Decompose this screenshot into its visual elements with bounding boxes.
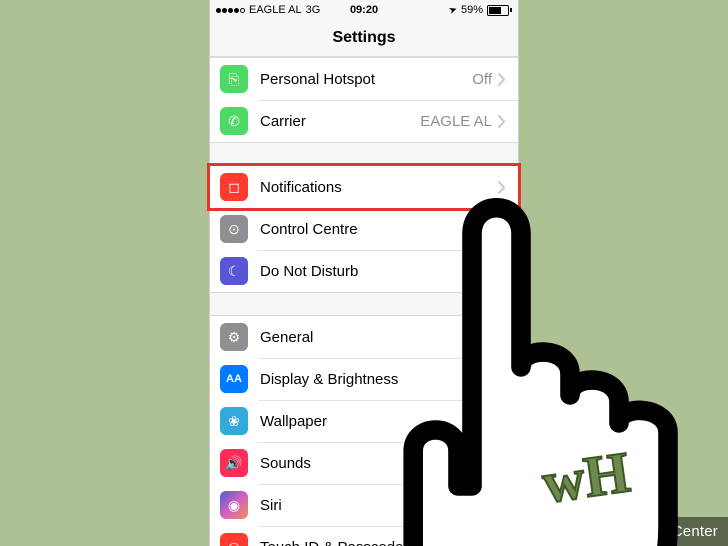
row-display-brightness[interactable]: AA Display & Brightness	[210, 358, 518, 400]
chevron-right-icon	[498, 115, 506, 128]
row-siri[interactable]: ◉ Siri	[210, 484, 518, 526]
settings-group: ⎘ Personal HotspotOff ✆ CarrierEAGLE AL	[210, 57, 518, 143]
chevron-right-icon	[498, 457, 506, 470]
row-label: Touch ID & Passcode	[260, 539, 498, 546]
notifications-icon: ◻	[220, 173, 248, 201]
row-wallpaper[interactable]: ❀ Wallpaper	[210, 400, 518, 442]
link-icon: ⎘	[220, 65, 248, 93]
signal-dots-icon	[216, 8, 245, 13]
fingerprint-icon: ◎	[220, 533, 248, 546]
row-label: Do Not Disturb	[260, 263, 498, 280]
row-label: Control Centre	[260, 221, 498, 238]
sounds-icon: 🔊	[220, 449, 248, 477]
battery-icon	[487, 5, 512, 16]
settings-group: ⚙ General AA Display & Brightness ❀ Wallpaper…	[210, 315, 518, 546]
row-general[interactable]: ⚙ General	[210, 316, 518, 358]
row-notifications[interactable]: ◻ Notifications	[210, 166, 518, 208]
row-do-not-disturb[interactable]: ☾ Do Not Disturb	[210, 250, 518, 292]
control-centre-icon: ⊙	[220, 215, 248, 243]
settings-group: ◻ Notifications ⊙ Control Centre ☾ Do Not Dis…	[210, 165, 518, 293]
moon-icon: ☾	[220, 257, 248, 285]
row-sounds[interactable]: 🔊 Sounds	[210, 442, 518, 484]
display-icon: AA	[220, 365, 248, 393]
row-carrier[interactable]: ✆ CarrierEAGLE AL	[210, 100, 518, 142]
row-value: EAGLE AL	[420, 113, 492, 130]
caption-how: How	[516, 523, 548, 540]
settings-list: ⎘ Personal HotspotOff ✆ CarrierEAGLE AL ◻ Not…	[210, 57, 518, 546]
network-type: 3G	[306, 4, 321, 16]
row-label: Carrier	[260, 113, 420, 130]
phone-icon: ✆	[220, 107, 248, 135]
chevron-right-icon	[498, 265, 506, 278]
tutorial-image: EAGLE AL 3G 09:20 ➤ 59% Settings ⎘ Person…	[0, 0, 728, 546]
status-bar: EAGLE AL 3G 09:20 ➤ 59%	[210, 0, 518, 20]
page-title: Settings	[210, 20, 518, 57]
row-label: Display & Brightness	[260, 371, 498, 388]
chevron-right-icon	[498, 223, 506, 236]
caption-text: to Disable Game Center	[548, 523, 718, 540]
row-label: General	[260, 329, 498, 346]
wikihow-logo-text: wH	[538, 439, 633, 515]
row-value: Off	[472, 71, 492, 88]
chevron-right-icon	[498, 415, 506, 428]
wallpaper-icon: ❀	[220, 407, 248, 435]
gear-icon: ⚙	[220, 323, 248, 351]
row-touch-id-passcode[interactable]: ◎ Touch ID & Passcode	[210, 526, 518, 546]
chevron-right-icon	[498, 331, 506, 344]
battery-percent: 59%	[461, 4, 483, 16]
iphone-screen: EAGLE AL 3G 09:20 ➤ 59% Settings ⎘ Person…	[210, 0, 518, 546]
chevron-right-icon	[498, 181, 506, 194]
caption-bar: wikiHow to Disable Game Center	[480, 517, 728, 546]
row-personal-hotspot[interactable]: ⎘ Personal HotspotOff	[210, 58, 518, 100]
row-label: Siri	[260, 497, 498, 514]
row-label: Notifications	[260, 179, 498, 196]
row-label: Personal Hotspot	[260, 71, 472, 88]
siri-icon: ◉	[220, 491, 248, 519]
row-control-centre[interactable]: ⊙ Control Centre	[210, 208, 518, 250]
chevron-right-icon	[498, 499, 506, 512]
row-label: Sounds	[260, 455, 498, 472]
chevron-right-icon	[498, 73, 506, 86]
carrier-name: EAGLE AL	[249, 4, 302, 16]
clock: 09:20	[350, 4, 378, 16]
row-label: Wallpaper	[260, 413, 498, 430]
caption-wiki: wiki	[490, 523, 516, 540]
location-icon: ➤	[447, 3, 459, 16]
chevron-right-icon	[498, 373, 506, 386]
